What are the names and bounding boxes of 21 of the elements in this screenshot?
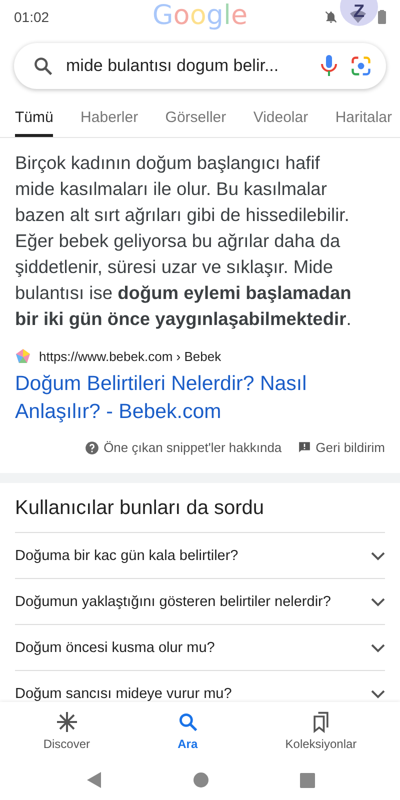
search-tab[interactable]: Videolar — [253, 103, 308, 137]
search-tab[interactable]: Görseller — [165, 103, 226, 137]
section-heading: Kullanıcılar bunları da sordu — [15, 496, 266, 521]
question-row[interactable]: Doğuma bir kac gün kala belirtiler? — [15, 532, 385, 578]
search-field[interactable]: mide bulantısı dogum belir... — [14, 43, 386, 89]
nav-tab[interactable]: Ara — [170, 711, 205, 751]
search-tab[interactable]: Haberler — [80, 103, 138, 137]
google-logo: Google — [152, 0, 248, 31]
about-snippets-link[interactable]: Öne çıkan snippet'ler hakkında — [104, 440, 282, 455]
question-row[interactable]: Doğum öncesi kusma olur mu? — [15, 624, 385, 670]
search-tab[interactable]: Haritalar — [335, 103, 392, 137]
nav-tab[interactable]: Koleksiyonlar — [279, 711, 363, 751]
status-time: 01:02 — [14, 9, 50, 25]
feedback-link[interactable]: Geri bildirim — [316, 440, 385, 455]
result-title-link[interactable]: Doğum Belirtileri Nelerdir? Nasıl Anlaşılır? - Bebek.com — [15, 370, 385, 426]
nav-tab[interactable]: Discover — [37, 711, 96, 751]
source-url: https://www.bebek.com › Bebek — [39, 348, 222, 364]
question-row[interactable]: Doğumun yaklaştığını gösteren belirtiler nelerdir? — [15, 578, 385, 624]
search-query: mide bulantısı dogum belir... — [66, 56, 280, 76]
search-tab[interactable]: Tümü — [15, 103, 54, 137]
snippet-text: Birçok kadının doğum başlangıcı hafif mide kasılmaları ile olur. Bu kasılmalar bazen alt sırt ağrıları gibi de hissedilebilir. Eğer bebek geliyorsa bu ağrılar daha da şiddetlenir, süresi uzar ve sıklaşır. Mide bulantısı ise doğum eylemi başlamadan bir iki gün önce yaygınlaşabilmektedir. — [15, 151, 352, 331]
